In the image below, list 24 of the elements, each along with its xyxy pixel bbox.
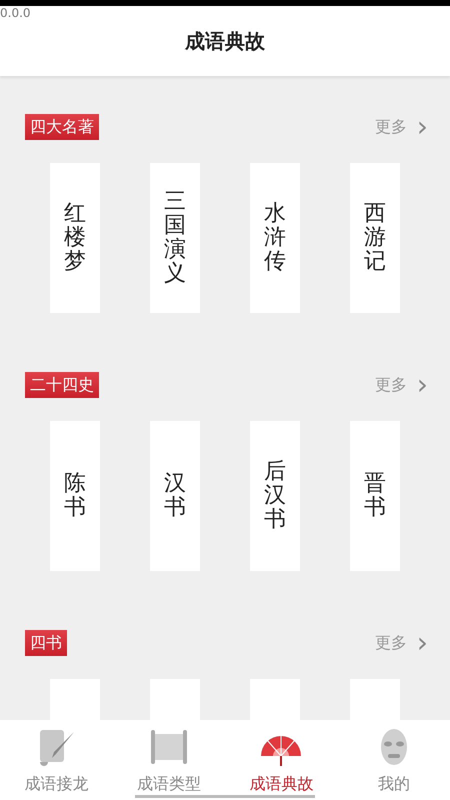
book-card[interactable]: 陈书 [50, 421, 100, 571]
book-title: 三国演义 [164, 190, 186, 286]
book-card[interactable]: 汉书 [150, 421, 200, 571]
book-title: 西游记 [364, 202, 386, 274]
book-title: 晋书 [364, 472, 386, 520]
category-tag: 四大名著 [25, 114, 99, 140]
book-card[interactable]: 水浒传 [250, 163, 300, 313]
category-tag: 四书 [25, 630, 67, 656]
tab[interactable]: 成语接龙 [0, 720, 112, 800]
book-title: 后汉书 [264, 460, 286, 532]
tab[interactable]: 成语类型 [112, 720, 225, 800]
book-title: 水浒传 [264, 202, 286, 274]
version-text: 0.0.0 [0, 6, 31, 20]
category-tag: 二十四史 [25, 372, 99, 398]
book-title: 红楼梦 [64, 202, 86, 274]
book-card[interactable]: 三国演义 [150, 163, 200, 313]
tab[interactable]: 我的 [338, 720, 450, 800]
book-card[interactable]: 西游记 [350, 163, 400, 313]
book-card[interactable]: 晋书 [350, 421, 400, 571]
book-title: 汉书 [164, 472, 186, 520]
book-card[interactable]: 后汉书 [250, 421, 300, 571]
page-title: 成语典故 [185, 28, 265, 54]
book-card[interactable]: 红楼梦 [50, 163, 100, 313]
book-title: 陈书 [64, 472, 86, 520]
